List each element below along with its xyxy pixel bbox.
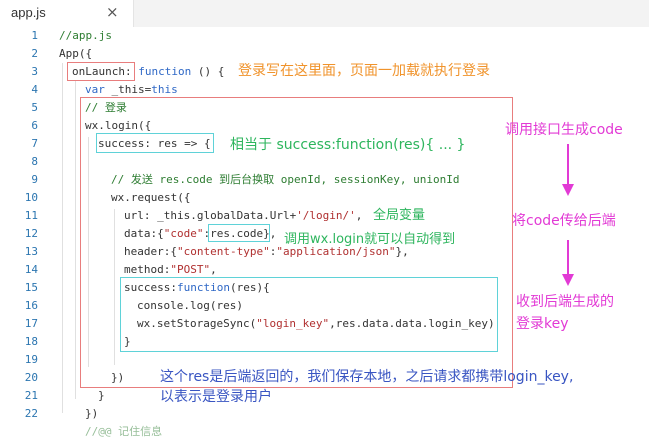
response-note-line1: 这个res是后端返回的，我们保存本地，之后请求都携带login_key, [160,369,574,385]
line-number: 2 [31,47,38,60]
code-line-1: //app.js [59,28,112,44]
keyword: var [85,83,105,96]
success-note: 相当于 success:function(res){ ... } [230,137,466,153]
indent-guide [62,63,63,413]
tab-bar: app.js × [0,0,649,28]
keyword: function [131,65,192,78]
onlaunch-note: 登录写在这里面，页面一加载就执行登录 [238,63,490,79]
line-number: 15 [24,281,38,294]
line-number: 5 [31,101,38,114]
success-arrow-box [96,133,214,153]
close-icon[interactable]: × [106,3,119,21]
line-number: 11 [24,209,38,222]
line-number: 3 [31,65,38,78]
side-note-receive-key-2: 登录key [516,316,569,332]
line-number: 9 [31,173,38,186]
success-callback-box [120,277,498,352]
line-number: 10 [24,191,38,204]
keyword: this [151,83,178,96]
line-number: 8 [31,155,38,168]
down-arrow-icon [562,240,574,286]
line-number: 18 [24,335,38,348]
side-note-generate-code: 调用接口生成code [505,122,623,138]
onlaunch-highlight-box [67,62,135,81]
line-number: 17 [24,317,38,330]
auto-get-note: 调用wx.login就可以自动得到 [284,232,456,247]
down-arrow-icon [562,144,574,196]
side-note-send-code: 将code传给后端 [512,213,616,229]
response-note-line2: 以表示是登录用户 [160,389,272,405]
line-number: 20 [24,371,38,384]
code-text: App({ [59,47,93,60]
line-number: 22 [24,407,38,420]
line-number: 4 [31,83,38,96]
code-text: _this= [104,83,152,96]
tab-title: app.js [11,5,46,20]
res-code-box [208,224,270,242]
line-number: 21 [24,389,38,402]
code-line-22: }) [85,406,98,422]
line-number: 13 [24,245,38,258]
code-line-4: var _this=this [85,82,178,98]
line-number: 7 [31,137,38,150]
side-note-receive-key-1: 收到后端生成的 [516,294,614,310]
line-number: 14 [24,263,38,276]
comment: //@@ 记住信息 [85,425,163,438]
line-number: 1 [31,29,38,42]
global-var-note: 全局变量 [373,208,426,223]
code-line-23: //@@ 记住信息 [85,424,162,440]
line-number: 6 [31,119,38,132]
comment: //app.js [59,29,112,42]
line-number: 12 [24,227,38,240]
code-text: }) [85,407,99,420]
line-number: 16 [24,299,38,312]
code-text: } [98,389,105,402]
code-text: () { [191,65,225,78]
line-number: 19 [24,353,38,366]
code-line-21: } [98,388,105,404]
code-line-2: App({ [59,46,92,62]
tab-app-js[interactable]: app.js × [0,0,134,27]
indent-guide [75,81,76,399]
